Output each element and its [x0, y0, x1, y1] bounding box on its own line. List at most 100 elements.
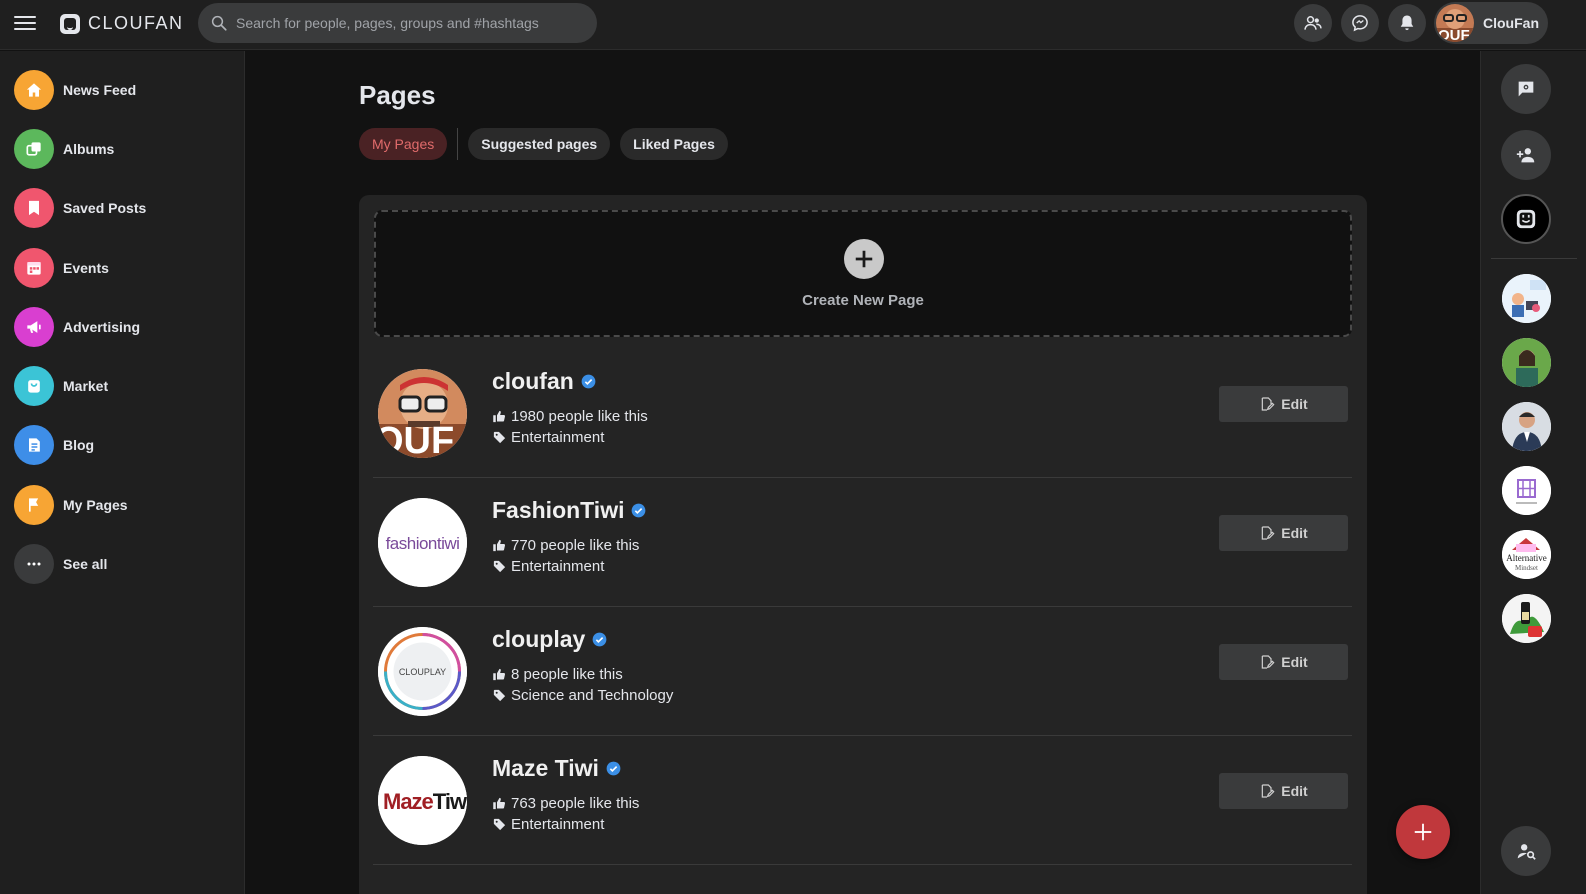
edit-page-button[interactable]: Edit: [1219, 773, 1348, 809]
page-name[interactable]: cloufan: [492, 368, 574, 395]
pages-panel: Create New Page OUF cloufan 1980 people …: [359, 195, 1367, 894]
add-friends-button[interactable]: [1501, 130, 1551, 180]
page-name[interactable]: FashionTiwi: [492, 497, 624, 524]
search-icon: [211, 15, 227, 31]
page-name[interactable]: Maze Tiwi: [492, 755, 599, 782]
friends-button[interactable]: [1294, 4, 1332, 42]
page-name-wrap: clouplay: [492, 626, 607, 653]
page-row: OUF cloufan 1980 people like this Entert…: [373, 349, 1352, 478]
cloufan-app-button[interactable]: [1501, 194, 1551, 244]
contact-avatar[interactable]: Alternative Mindset: [1502, 530, 1551, 579]
find-people-button[interactable]: [1501, 826, 1551, 876]
page-likes-line: 770 people like this: [492, 537, 639, 554]
app-logo[interactable]: CLOUFAN: [60, 13, 184, 34]
contact-avatar[interactable]: [1502, 338, 1551, 387]
verified-badge-icon: [632, 503, 646, 518]
page-avatar[interactable]: fashiontiwi: [378, 498, 467, 587]
sidebar-item-label: Saved Posts: [63, 200, 147, 216]
edit-page-button[interactable]: Edit: [1219, 515, 1348, 551]
edit-page-button[interactable]: Edit: [1219, 386, 1348, 422]
page-title: Pages: [359, 80, 436, 110]
top-bar: CLOUFAN OUF ClouFan: [0, 0, 1586, 50]
contact-avatar[interactable]: [1502, 594, 1551, 643]
page-likes: 770 people like this: [511, 537, 640, 554]
create-new-page-label: Create New Page: [802, 292, 924, 309]
megaphone-icon: [14, 307, 54, 347]
sidebar-item-blog[interactable]: Blog: [14, 425, 94, 465]
page-name-wrap: FashionTiwi: [492, 497, 646, 524]
edit-page-button[interactable]: Edit: [1219, 644, 1348, 680]
page-avatar[interactable]: MazeTiwi: [378, 756, 467, 845]
sidebar-item-events[interactable]: Events: [14, 248, 109, 288]
calendar-icon: [14, 248, 54, 288]
contact-avatar[interactable]: [1502, 402, 1551, 451]
friends-icon: [1304, 16, 1322, 30]
page-name-wrap: cloufan: [492, 368, 596, 395]
verified-badge-icon: [592, 632, 607, 647]
page-name[interactable]: clouplay: [492, 626, 585, 653]
create-new-page-button[interactable]: Create New Page: [374, 210, 1352, 337]
page-name-wrap: Maze Tiwi: [492, 755, 621, 782]
page-avatar[interactable]: OUF: [378, 369, 467, 458]
blog-icon: [14, 425, 54, 465]
add-user-icon: [1516, 148, 1535, 163]
tag-icon: [493, 560, 506, 573]
search-input[interactable]: [236, 15, 576, 31]
tag-icon: [493, 431, 506, 444]
chat-icon: [1352, 15, 1368, 32]
cloufan-logo-icon: [1516, 209, 1536, 229]
page-likes-line: 763 people like this: [492, 795, 639, 812]
page-likes: 8 people like this: [511, 666, 623, 683]
sidebar-item-label: Albums: [63, 141, 115, 157]
sidebar-item-my-pages[interactable]: My Pages: [14, 485, 128, 525]
tab-suggested-pages[interactable]: Suggested pages: [468, 128, 611, 160]
tab-divider: [457, 128, 459, 160]
search-bar[interactable]: [198, 3, 597, 43]
thumbs-up-icon: [493, 410, 506, 423]
contact-avatar[interactable]: [1502, 466, 1551, 515]
thumbs-up-icon: [493, 668, 506, 681]
sidebar-item-news-feed[interactable]: News Feed: [14, 70, 136, 110]
sidebar-item-saved-posts[interactable]: Saved Posts: [14, 188, 146, 228]
avatar: OUF: [1436, 4, 1474, 42]
page-likes-line: 1980 people like this: [492, 408, 648, 425]
tab-liked-pages[interactable]: Liked Pages: [620, 128, 728, 160]
sidebar-item-label: Events: [63, 260, 109, 276]
mazetiwi-logo-text-a: Maze: [383, 789, 434, 814]
edit-button-label: Edit: [1281, 525, 1308, 541]
flag-icon: [14, 485, 54, 525]
page-category: Entertainment: [511, 429, 605, 446]
albums-icon: [14, 129, 54, 169]
profile-name: ClouFan: [1483, 15, 1539, 31]
tag-icon: [493, 689, 506, 702]
clouplay-logo-text: CLOUPLAY: [399, 667, 446, 677]
profile-menu[interactable]: OUF ClouFan: [1434, 2, 1548, 44]
create-post-button[interactable]: [1396, 805, 1450, 859]
chat-settings-button[interactable]: [1501, 64, 1551, 114]
sidebar-item-advertising[interactable]: Advertising: [14, 307, 140, 347]
page-avatar[interactable]: CLOUPLAY: [378, 627, 467, 716]
page-category: Entertainment: [511, 558, 605, 575]
messages-button[interactable]: [1341, 4, 1379, 42]
sidebar-item-label: News Feed: [63, 82, 137, 98]
page-category-line: Entertainment: [492, 558, 604, 575]
shopping-bag-icon: [14, 366, 54, 406]
svg-text:OUF: OUF: [378, 420, 454, 458]
contact-avatar[interactable]: [1502, 274, 1551, 323]
chat-settings-icon: [1518, 81, 1534, 97]
sidebar-item-label: Advertising: [63, 319, 141, 335]
fashiontiwi-logo-text: fashiontiwi: [386, 534, 460, 553]
bell-icon: [1400, 15, 1414, 31]
user-search-icon: [1517, 844, 1536, 860]
sidebar-item-label: See all: [63, 556, 108, 572]
bookmark-icon: [14, 188, 54, 228]
notifications-button[interactable]: [1388, 4, 1426, 42]
sidebar-item-see-all[interactable]: See all: [14, 544, 107, 584]
sidebar-item-albums[interactable]: Albums: [14, 129, 114, 169]
page-category: Entertainment: [511, 816, 605, 833]
menu-icon[interactable]: [14, 14, 36, 32]
more-icon: [14, 544, 54, 584]
page-row: MazeTiwi Maze Tiwi 763 people like this …: [373, 736, 1352, 865]
sidebar-item-market[interactable]: Market: [14, 366, 108, 406]
tab-my-pages[interactable]: My Pages: [359, 128, 448, 160]
